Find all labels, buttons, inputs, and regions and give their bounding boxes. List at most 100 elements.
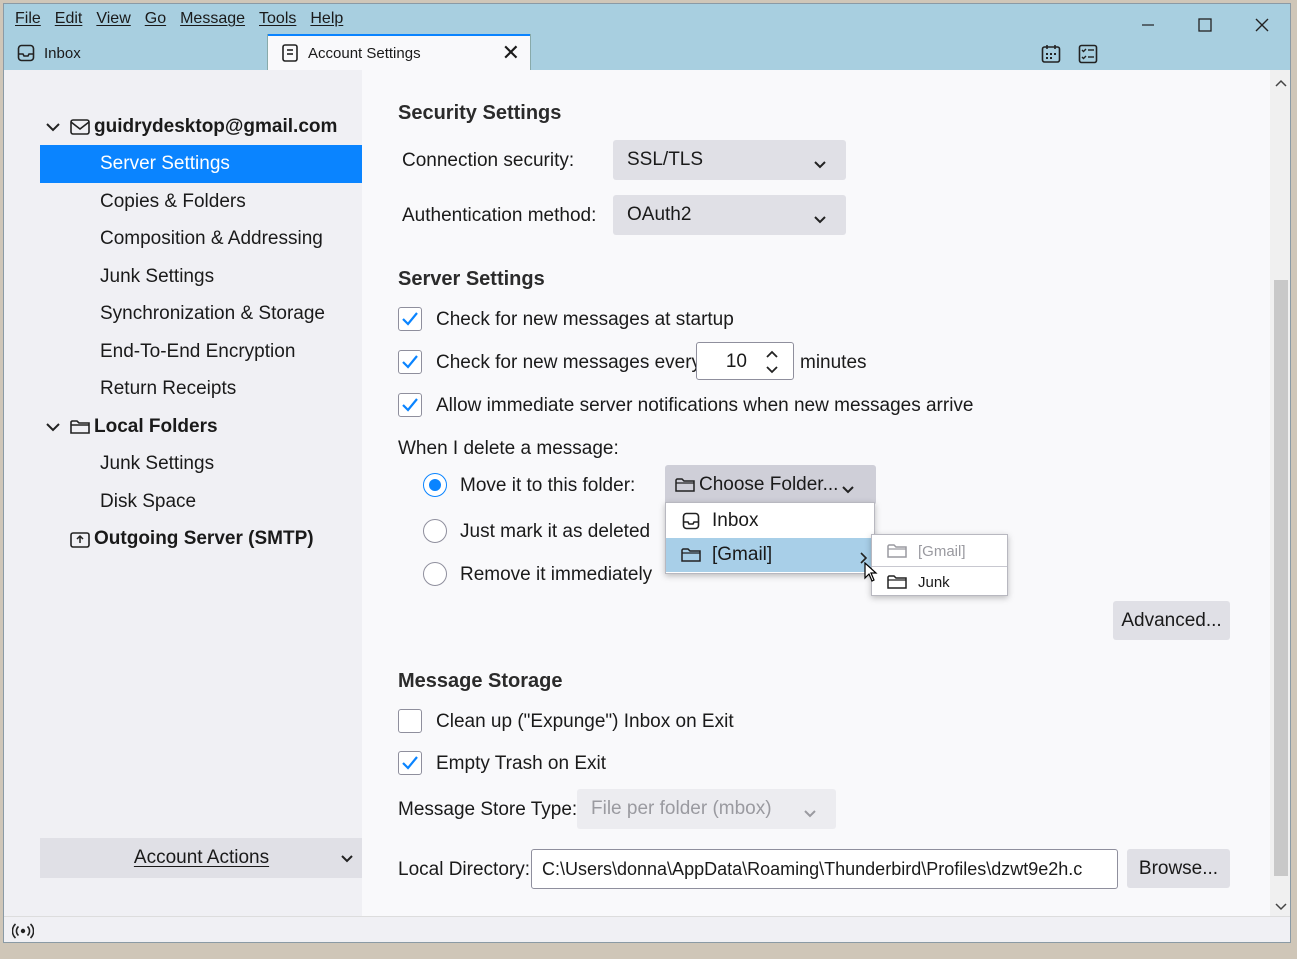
sidebar-item-sync-storage[interactable]: Synchronization & Storage (40, 295, 362, 333)
tab-inbox[interactable]: Inbox (4, 34, 266, 72)
settings-panel: Security Settings Connection security: S… (362, 70, 1270, 916)
folder-popup-menu: Inbox [Gmail] (665, 502, 875, 574)
store-type-label: Message Store Type: (398, 799, 578, 820)
auth-method-value: OAuth2 (627, 204, 692, 225)
popup-item-gmail[interactable]: [Gmail] (666, 538, 874, 572)
title-bar: File Edit View Go Message Tools Help Inb… (4, 4, 1290, 72)
message-storage-heading: Message Storage (398, 670, 563, 692)
scroll-down-icon[interactable] (1274, 900, 1288, 914)
sidebar-item-e2e[interactable]: End-To-End Encryption (40, 333, 362, 371)
menu-go[interactable]: Go (138, 10, 173, 32)
inbox-icon (16, 43, 36, 63)
menu-help[interactable]: Help (303, 10, 350, 32)
sidebar-account[interactable]: guidrydesktop@gmail.com (40, 108, 362, 146)
store-type-value: File per folder (mbox) (591, 798, 772, 819)
local-folders-label: Local Folders (94, 416, 218, 437)
connection-security-label: Connection security: (402, 150, 575, 171)
submenu-item-label: Junk (918, 573, 950, 591)
submenu-item-junk[interactable]: Junk (872, 567, 1007, 597)
check-startup-label: Check for new messages at startup (436, 309, 734, 330)
account-actions-button[interactable]: Account Actions (40, 838, 363, 878)
check-startup-checkbox[interactable] (398, 307, 422, 331)
sidebar-outgoing-server[interactable]: Outgoing Server (SMTP) (40, 520, 362, 558)
scroll-up-icon[interactable] (1274, 76, 1288, 90)
spin-up-icon[interactable] (759, 346, 785, 362)
empty-trash-label: Empty Trash on Exit (436, 753, 607, 774)
sidebar-item-label: Synchronization & Storage (100, 303, 325, 324)
minimize-icon (1142, 24, 1154, 26)
sidebar-item-label: Disk Space (100, 491, 197, 512)
sidebar-item-receipts[interactable]: Return Receipts (40, 370, 362, 408)
sidebar-item-copies-folders[interactable]: Copies & Folders (40, 183, 362, 221)
sidebar-item-server-settings[interactable]: Server Settings (40, 145, 362, 183)
sidebar-item-label: Junk Settings (100, 453, 215, 474)
checkmark-icon (402, 312, 418, 326)
sidebar-item-local-junk[interactable]: Junk Settings (40, 445, 362, 483)
sidebar-item-composition[interactable]: Composition & Addressing (40, 220, 362, 258)
menu-bar: File Edit View Go Message Tools Help (8, 10, 350, 32)
allow-notifications-checkbox[interactable] (398, 393, 422, 417)
server-settings-heading: Server Settings (398, 268, 545, 290)
minutes-value: 10 (725, 351, 747, 372)
popup-item-label: Inbox (712, 510, 759, 531)
sidebar-item-disk-space[interactable]: Disk Space (40, 483, 362, 521)
chevron-down-icon (814, 209, 826, 231)
tab-inbox-label: Inbox (44, 44, 81, 62)
popup-item-inbox[interactable]: Inbox (666, 505, 874, 537)
submenu-item-label: [Gmail] (918, 542, 966, 560)
browse-button[interactable]: Browse... (1127, 849, 1230, 888)
auth-method-select[interactable]: OAuth2 (613, 195, 846, 235)
chevron-down-icon[interactable] (46, 122, 64, 132)
spin-down-icon[interactable] (759, 362, 785, 378)
account-actions-label: Account Actions (133, 847, 270, 868)
check-every-label: Check for new messages every (436, 352, 702, 373)
minutes-label: minutes (800, 352, 867, 373)
submenu-item-gmail: [Gmail] (872, 536, 1007, 566)
online-status-icon[interactable] (11, 922, 35, 942)
calendar-icon[interactable] (1039, 42, 1063, 66)
sidebar-local-folders[interactable]: Local Folders (40, 408, 362, 446)
menu-tools[interactable]: Tools (252, 10, 303, 32)
thunderbird-window: File Edit View Go Message Tools Help Inb… (3, 3, 1291, 943)
checkmark-icon (402, 355, 418, 369)
tab-account-settings[interactable]: Account Settings ✕ (267, 34, 531, 72)
menu-message[interactable]: Message (173, 10, 252, 32)
sidebar-item-junk[interactable]: Junk Settings (40, 258, 362, 296)
folder-icon (675, 477, 695, 493)
account-name: guidrydesktop@gmail.com (94, 116, 338, 137)
auth-method-label: Authentication method: (402, 205, 597, 226)
folder-icon (886, 541, 908, 561)
remove-immediately-radio[interactable] (423, 562, 447, 586)
store-type-select: File per folder (mbox) (577, 789, 836, 829)
minutes-spinner[interactable]: 10 (696, 342, 794, 380)
mark-deleted-label: Just mark it as deleted (460, 521, 651, 542)
choose-folder-select[interactable]: Choose Folder... (665, 465, 876, 505)
popup-item-label: [Gmail] (712, 544, 773, 565)
expunge-checkbox[interactable] (398, 709, 422, 733)
allow-notifications-label: Allow immediate server notifications whe… (436, 395, 974, 416)
chevron-down-icon (842, 479, 854, 501)
connection-security-select[interactable]: SSL/TLS (613, 140, 846, 180)
menu-view[interactable]: View (89, 10, 137, 32)
connection-security-value: SSL/TLS (627, 149, 704, 170)
chevron-down-icon[interactable] (46, 422, 64, 432)
tab-close-button[interactable]: ✕ (502, 42, 520, 64)
scroll-thumb[interactable] (1274, 280, 1288, 876)
check-every-checkbox[interactable] (398, 350, 422, 374)
sidebar-item-label: Junk Settings (100, 266, 215, 287)
mark-deleted-radio[interactable] (423, 519, 447, 543)
local-directory-label: Local Directory: (398, 859, 530, 880)
menu-file[interactable]: File (8, 10, 48, 32)
advanced-button[interactable]: Advanced... (1113, 601, 1230, 640)
sidebar-item-label: Copies & Folders (100, 191, 246, 212)
menu-edit[interactable]: Edit (48, 10, 90, 32)
tasks-icon[interactable] (1076, 42, 1100, 66)
empty-trash-checkbox[interactable] (398, 751, 422, 775)
maximize-icon (1198, 18, 1212, 32)
gmail-submenu: [Gmail] Junk (871, 534, 1008, 596)
local-directory-field[interactable]: C:\Users\donna\AppData\Roaming\Thunderbi… (531, 849, 1118, 889)
vertical-scrollbar[interactable] (1270, 70, 1290, 916)
move-to-folder-radio[interactable] (423, 473, 447, 497)
chevron-down-icon (804, 803, 816, 825)
choose-folder-value: Choose Folder... (699, 474, 839, 495)
